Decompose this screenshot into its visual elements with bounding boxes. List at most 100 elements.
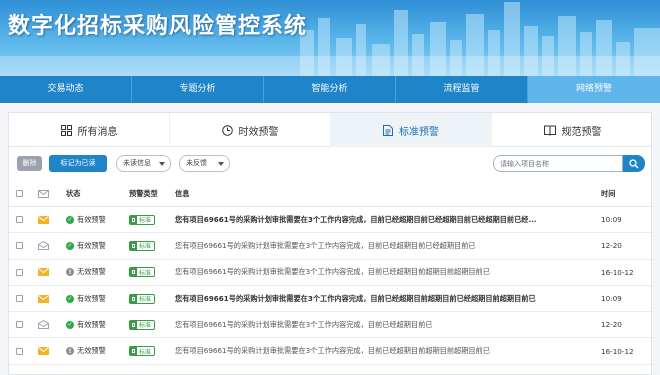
info-text[interactable]: 您有项目69661号的采购计划审批需要在3个工作内容完成，目前已经超期目前已经超…: [175, 207, 595, 232]
check-circle-icon: ✓: [66, 215, 74, 224]
main-nav: 交易动态 专题分析 智能分析 流程监管 网络预警: [0, 76, 660, 103]
tab-specification-warning[interactable]: 规范预警: [492, 113, 653, 147]
status-text: 无效预警: [77, 267, 106, 277]
type-badge: 标准: [129, 240, 156, 251]
type-text: 标准: [139, 217, 152, 225]
chevron-down-icon: [159, 162, 165, 166]
time-text: 10:09: [601, 215, 622, 225]
nav-item-process-supervision[interactable]: 流程监管: [396, 76, 528, 103]
table-row[interactable]: ✓ 有效预警 标准 您有项目69661号的采购计划审批需要在3个工作内容完成，目前已经…: [9, 286, 653, 313]
row-checkbox[interactable]: [16, 321, 23, 329]
nav-item-trade-news[interactable]: 交易动态: [0, 76, 132, 103]
table-row[interactable]: ✓ 有效预警 标准 您有项目69661号的采购计划审批需要在3个工作内容完成，目前已经…: [9, 207, 653, 234]
book-icon: [543, 125, 556, 136]
read-status-select[interactable]: 未读信息: [116, 155, 171, 172]
table-row[interactable]: ! 无效预警 标准 您有项目69661号的采购计划审批需要在3个工作内容完成，目前已经…: [9, 260, 653, 286]
row-checkbox[interactable]: [16, 216, 23, 224]
table-header-row: 状态 预警类型 信息 时间: [9, 181, 653, 207]
check-circle-icon: ✓: [66, 294, 74, 303]
column-header-status: 状态: [66, 188, 81, 198]
feedback-status-select[interactable]: 未反馈: [179, 155, 230, 172]
type-text: 标准: [139, 269, 152, 277]
type-text: 标准: [139, 243, 152, 251]
tab-label: 时效预警: [238, 126, 279, 138]
column-header-time: 时间: [601, 188, 616, 198]
warning-panel: 所有消息 时效预警 标准预警 规范预警 删除 标记为已读 未读信息 未反馈 请输…: [8, 112, 653, 375]
type-text: 标准: [139, 348, 152, 356]
time-text: 10:09: [601, 294, 622, 304]
row-checkbox[interactable]: [16, 268, 23, 276]
grid-icon: [60, 124, 72, 136]
status-text: 无效预警: [77, 346, 106, 356]
feedback-status-select-value: 未反馈: [186, 159, 207, 167]
column-header-type: 预警类型: [129, 188, 158, 198]
table-body: ✓ 有效预警 标准 您有项目69661号的采购计划审批需要在3个工作内容完成，目前已经…: [9, 207, 653, 365]
exclamation-circle-icon: !: [66, 268, 74, 277]
header-banner: 数字化招标采购风险管控系统: [0, 0, 660, 76]
status-text: 有效预警: [77, 319, 106, 329]
mail-unread-icon: [38, 215, 49, 224]
mail-icon: [38, 189, 49, 198]
tab-label: 规范预警: [561, 126, 602, 138]
mail-open-icon: [38, 320, 49, 330]
warning-table: 状态 预警类型 信息 时间 ✓ 有效预警 标准 您有项目69661号的采购计划审批需要…: [9, 181, 653, 365]
tab-all-messages[interactable]: 所有消息: [9, 113, 170, 147]
nav-item-smart-analysis[interactable]: 智能分析: [264, 76, 396, 103]
info-text[interactable]: 您有项目69661号的采购计划审批需要在3个工作内容完成，目前已经超期目前超期目…: [175, 286, 595, 311]
row-checkbox[interactable]: [16, 295, 23, 303]
type-text: 标准: [139, 322, 152, 330]
select-all-checkbox[interactable]: [16, 190, 23, 197]
nav-item-topic-analysis[interactable]: 专题分析: [132, 76, 264, 103]
clock-icon: [221, 124, 233, 136]
table-row[interactable]: ! 无效预警 标准 您有项目69661号的采购计划审批需要在3个工作内容完成，目前已经…: [9, 338, 653, 365]
app-title: 数字化招标采购风险管控系统: [8, 14, 308, 39]
search-icon: [629, 158, 639, 168]
type-badge: 标准: [129, 214, 156, 225]
time-text: 16-10-12: [601, 267, 634, 277]
info-text[interactable]: 您有项目69661号的采购计划审批需要在3个工作内容完成，目前已经超期目前超期目…: [175, 260, 595, 285]
type-text: 标准: [139, 296, 152, 304]
check-circle-icon: ✓: [66, 241, 74, 250]
document-icon: [383, 124, 393, 136]
info-text[interactable]: 您有项目69661号的采购计划审批需要在3个工作内容完成，目前已经超期目前已经超…: [175, 233, 595, 258]
type-badge: 标准: [129, 346, 156, 357]
tab-label: 标准预警: [399, 126, 439, 138]
time-text: 12-20: [601, 241, 622, 251]
search-button[interactable]: [623, 155, 645, 172]
document-icon: [130, 320, 137, 329]
mail-open-icon: [38, 241, 49, 251]
status-text: 有效预警: [77, 240, 106, 250]
mail-unread-icon: [38, 294, 49, 303]
info-text[interactable]: 您有项目69661号的采购计划审批需要在3个工作内容完成，目前已经超期目前已: [175, 312, 595, 337]
document-icon: [130, 294, 137, 303]
type-badge: 标准: [129, 267, 156, 278]
chevron-down-icon: [218, 162, 224, 166]
status-text: 有效预警: [77, 293, 106, 303]
read-status-select-value: 未读信息: [123, 159, 151, 167]
table-row[interactable]: ✓ 有效预警 标准 您有项目69661号的采购计划审批需要在3个工作内容完成，目前已经…: [9, 312, 653, 339]
table-row[interactable]: ✓ 有效预警 标准 您有项目69661号的采购计划审批需要在3个工作内容完成，目前已经…: [9, 233, 653, 260]
mark-read-button[interactable]: 标记为已读: [49, 155, 107, 172]
row-checkbox[interactable]: [16, 242, 23, 250]
nav-item-network-warning[interactable]: 网络预警: [528, 76, 660, 103]
document-icon: [130, 347, 137, 356]
mail-unread-icon: [38, 268, 49, 277]
toolbar: 删除 标记为已读 未读信息 未反馈: [17, 155, 645, 173]
row-checkbox[interactable]: [16, 347, 23, 355]
check-circle-icon: ✓: [66, 320, 74, 329]
document-icon: [130, 241, 137, 250]
type-badge: 标准: [129, 319, 156, 330]
info-text[interactable]: 您有项目69661号的采购计划审批需要在3个工作内容完成，目前已经超期目前超期目…: [175, 338, 595, 363]
document-icon: [130, 215, 137, 224]
time-text: 16-10-12: [601, 346, 634, 356]
tab-timeliness-warning[interactable]: 时效预警: [170, 113, 331, 147]
project-search-input[interactable]: [493, 155, 623, 172]
exclamation-circle-icon: !: [66, 347, 74, 356]
mail-unread-icon: [38, 347, 49, 356]
column-header-info: 信息: [175, 188, 190, 198]
tab-standard-warning[interactable]: 标准预警: [331, 113, 492, 147]
status-text: 有效预警: [77, 214, 106, 224]
delete-button[interactable]: 删除: [17, 156, 42, 171]
time-text: 12-20: [601, 320, 622, 330]
document-icon: [130, 268, 137, 277]
